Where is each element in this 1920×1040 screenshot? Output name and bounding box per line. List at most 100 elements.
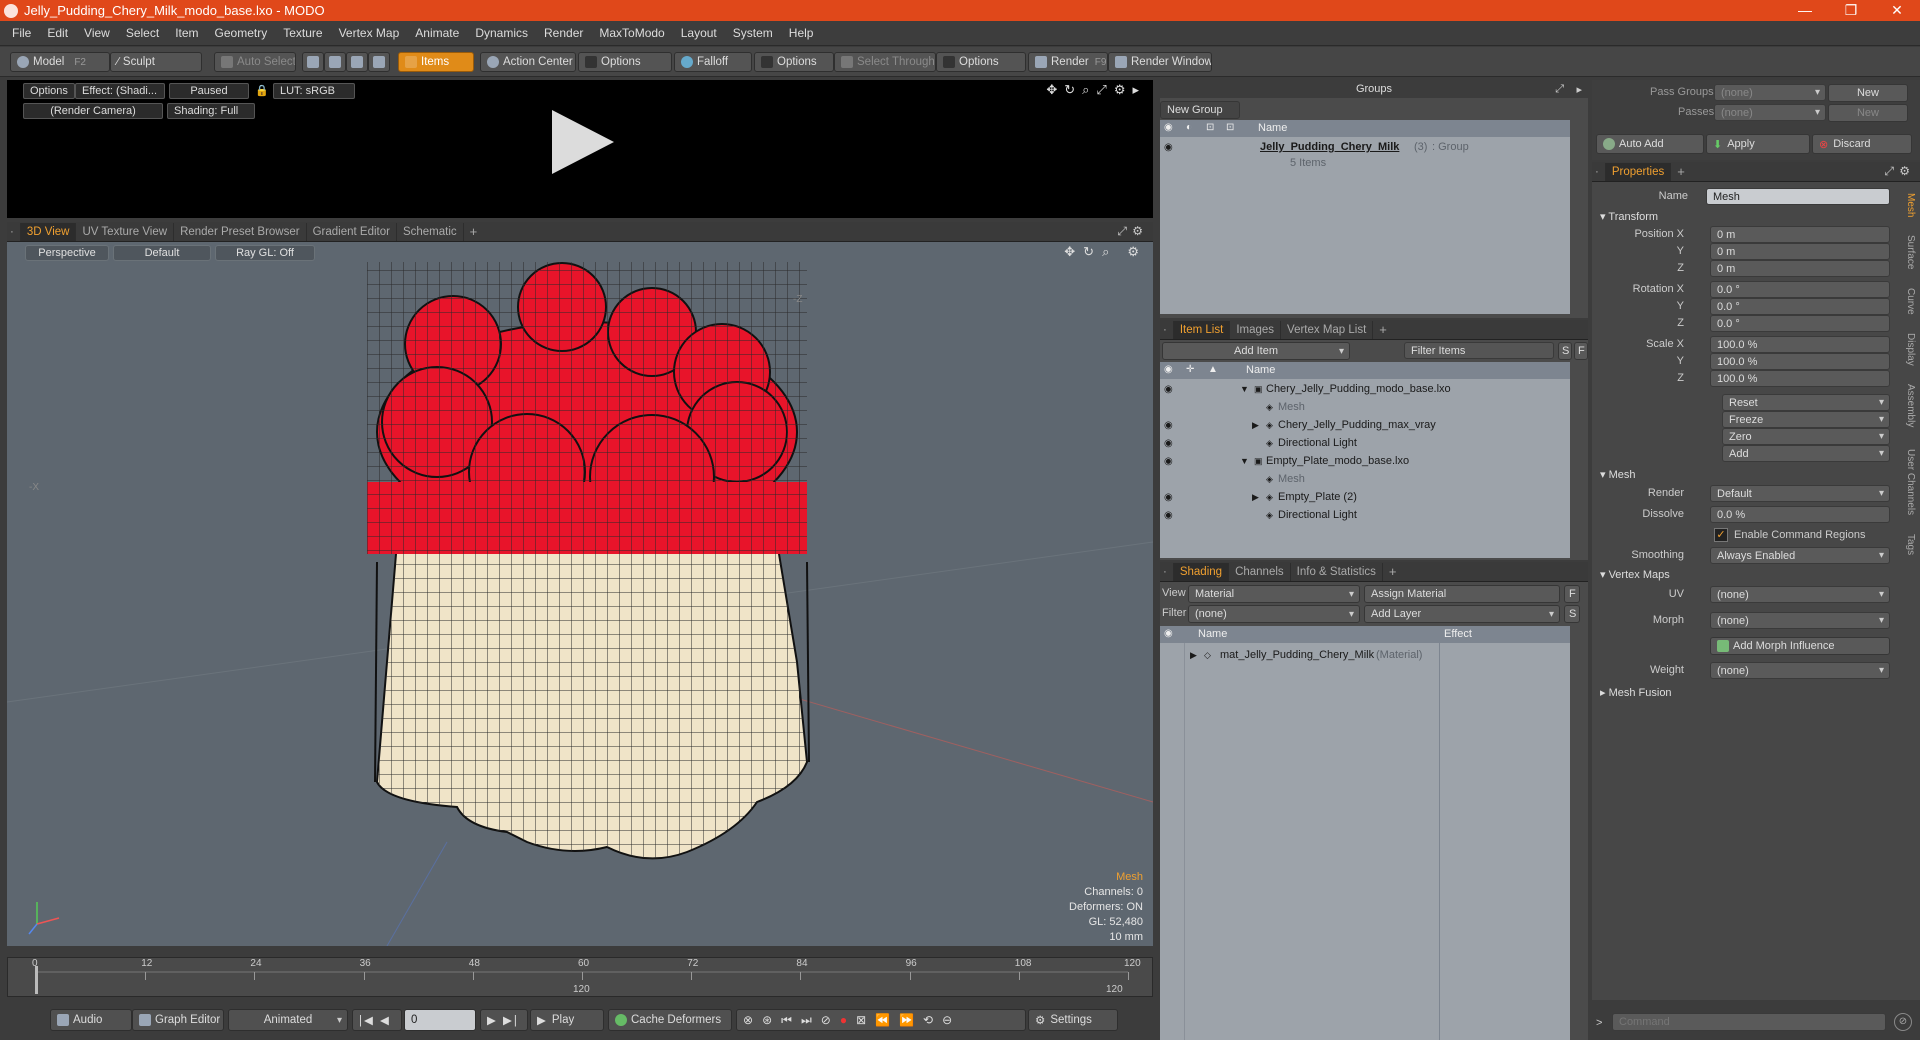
material-row[interactable]: ▶ ◇ mat_Jelly_Pudding_Chery_Milk (Materi… (1160, 646, 1570, 664)
tab-images[interactable]: Images (1230, 321, 1282, 339)
falloff-button[interactable]: Falloff (674, 52, 752, 72)
menu-file[interactable]: File (4, 26, 39, 40)
filter-dropdown[interactable]: (none) (1188, 605, 1360, 623)
auto-add-button[interactable]: Auto Add (1596, 134, 1704, 154)
new-pass-button[interactable]: New (1828, 104, 1908, 122)
expand-arrow-icon[interactable]: ▼ (1240, 456, 1249, 466)
command-expand-icon[interactable]: > (1596, 1017, 1602, 1029)
key-tools[interactable]: ⊗ ⊛ ⏮ ⏭ ⊘ ● ⊠ ⏪ ⏩ ⟲ ⊖ (736, 1009, 1026, 1031)
select-through-options-button[interactable]: Options (936, 52, 1026, 72)
discard-button[interactable]: ⊗ Discard (1812, 134, 1912, 154)
graph-editor-button[interactable]: Graph Editor (132, 1009, 224, 1031)
gear-icon[interactable]: ⚙ (1132, 224, 1143, 238)
add-tab-button[interactable]: + (1383, 563, 1403, 581)
zero-dropdown[interactable]: Zero (1722, 428, 1890, 445)
prev-key-icon[interactable]: ⏪ (875, 1013, 890, 1027)
expand-arrow-icon[interactable]: ▼ (1240, 384, 1249, 394)
scale-z-input[interactable]: 100.0 % (1710, 370, 1890, 387)
select-toggle-icon[interactable]: ⊡ (1226, 122, 1234, 133)
model-mode-button[interactable]: Model F2 (10, 52, 110, 72)
key-icon[interactable]: ⊗ (743, 1013, 753, 1027)
material-select-button[interactable] (368, 52, 390, 72)
render-button[interactable]: Render F9 (1028, 52, 1108, 72)
first-frame-icon[interactable]: ⏮ (781, 1013, 792, 1028)
tab-shading[interactable]: Shading (1173, 563, 1230, 581)
side-tab-curve[interactable]: Curve (1900, 282, 1916, 320)
timeline[interactable]: 0 12 24 36 48 60 72 84 96 108 120 120 120 (7, 957, 1153, 997)
prev-key-buttons[interactable]: |◀ ◀ (352, 1009, 402, 1031)
menu-dynamics[interactable]: Dynamics (467, 26, 536, 40)
enable-command-regions-checkbox[interactable]: ✓ (1714, 528, 1728, 542)
eye-icon[interactable]: ◉ (1164, 384, 1173, 395)
auto-key-icon[interactable]: ⊠ (856, 1013, 866, 1027)
maximize-icon[interactable]: ⤢ (1555, 83, 1564, 96)
play-icon[interactable] (552, 110, 614, 174)
frame-input[interactable]: 0 (404, 1009, 476, 1031)
reset-dropdown[interactable]: Reset (1722, 394, 1890, 411)
tab-gradient-editor[interactable]: Gradient Editor (307, 223, 397, 241)
side-tab-surface[interactable]: Surface (1900, 228, 1916, 276)
action-center-button[interactable]: Action Center (480, 52, 576, 72)
edge-select-button[interactable] (324, 52, 346, 72)
shading-f-button[interactable]: F (1564, 585, 1580, 603)
assign-material-button[interactable]: Assign Material (1364, 585, 1560, 603)
eye-icon[interactable]: ◉ (1164, 492, 1173, 503)
item-list-row[interactable]: ◉ ▶ ◈ Empty_Plate (2) (1160, 488, 1570, 506)
next-key-buttons[interactable]: ▶ ▶| (480, 1009, 528, 1031)
side-tab-user-channels[interactable]: User Channels (1900, 440, 1916, 524)
action-center-options-button[interactable]: Options (578, 52, 672, 72)
pass-groups-dropdown[interactable]: (none) (1714, 84, 1826, 101)
tab-info-statistics[interactable]: Info & Statistics (1291, 563, 1383, 581)
item-list-row[interactable]: ◈ Mesh (1160, 470, 1570, 488)
add-layer-dropdown[interactable]: Add Layer (1364, 605, 1560, 623)
morph-dropdown[interactable]: (none) (1710, 612, 1890, 629)
restore-button[interactable]: ❐ (1828, 2, 1874, 19)
preview-shading-dropdown[interactable]: Shading: Full (167, 103, 255, 119)
eye-icon[interactable]: ◉ (1164, 456, 1173, 467)
key-all-icon[interactable]: ⊛ (762, 1013, 772, 1027)
side-tab-mesh[interactable]: Mesh (1900, 188, 1916, 222)
loop-icon[interactable]: ⟲ (923, 1013, 933, 1027)
passes-dropdown[interactable]: (none) (1714, 104, 1826, 121)
next-key-icon[interactable]: ⏩ (899, 1013, 914, 1027)
eye-icon[interactable]: ◉ (1164, 438, 1173, 449)
menu-help[interactable]: Help (781, 26, 822, 40)
lock-icon[interactable]: ◐ (1186, 122, 1192, 133)
preview-options-button[interactable]: Options (23, 83, 75, 99)
items-mode-button[interactable]: Items (398, 52, 474, 72)
expand-arrow-icon[interactable]: ▶ (1190, 650, 1197, 661)
raygl-dropdown[interactable]: Ray GL: Off (215, 245, 315, 261)
rotation-y-input[interactable]: 0.0 ° (1710, 298, 1890, 315)
move-view-icon[interactable]: ✥ (1064, 244, 1075, 260)
menu-animate[interactable]: Animate (407, 26, 467, 40)
expand-arrow-icon[interactable]: ▸ (1576, 83, 1582, 96)
freeze-dropdown[interactable]: Freeze (1722, 411, 1890, 428)
add-morph-influence-button[interactable]: Add Morph Influence (1710, 637, 1890, 655)
eye-icon[interactable]: ◉ (1164, 122, 1173, 133)
tab-properties[interactable]: Properties (1605, 163, 1672, 181)
settings-button[interactable]: ⚙ Settings (1028, 1009, 1118, 1031)
zoom-view-icon[interactable]: ⌕ (1082, 82, 1089, 98)
tab-schematic[interactable]: Schematic (397, 223, 464, 241)
weight-dropdown[interactable]: (none) (1710, 662, 1890, 679)
render-window-button[interactable]: Render Window (1108, 52, 1212, 72)
eye-icon[interactable]: ◉ (1164, 364, 1173, 375)
menu-geometry[interactable]: Geometry (207, 26, 276, 40)
tab-uv-texture-view[interactable]: UV Texture View (76, 223, 175, 241)
eye-icon[interactable]: ◉ (1164, 628, 1173, 639)
expand-arrow-icon[interactable]: ▶ (1252, 420, 1259, 431)
item-list-row[interactable]: ◈ Mesh (1160, 398, 1570, 416)
add-tab-button[interactable]: + (1671, 163, 1691, 181)
tab-channels[interactable]: Channels (1229, 563, 1291, 581)
menu-texture[interactable]: Texture (275, 26, 330, 40)
command-history-icon[interactable]: ⊘ (1894, 1013, 1912, 1031)
add-item-dropdown[interactable]: Add Item (1162, 342, 1350, 360)
new-pass-group-button[interactable]: New (1828, 84, 1908, 102)
add-tab-button[interactable]: + (464, 223, 484, 241)
rotation-z-input[interactable]: 0.0 ° (1710, 315, 1890, 332)
preview-paused-button[interactable]: Paused (169, 83, 249, 99)
item-list-row[interactable]: ◉ ◈ Directional Light (1160, 434, 1570, 452)
record-icon[interactable]: ● (840, 1013, 847, 1027)
play-button[interactable]: ▶ Play (530, 1009, 604, 1031)
maximize-icon[interactable]: ⤢ (1117, 224, 1127, 239)
